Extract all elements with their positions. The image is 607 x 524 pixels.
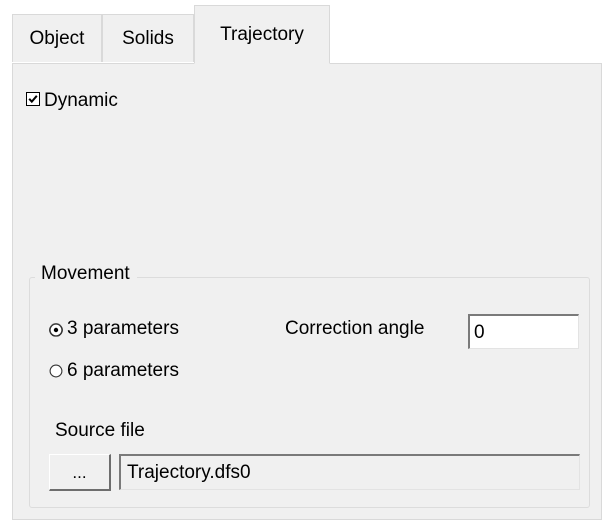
- checkmark-icon: [28, 95, 38, 104]
- trajectory-dialog: Object Solids Trajectory Dynamic Movemen…: [0, 0, 607, 524]
- dynamic-label: Dynamic: [44, 90, 118, 111]
- tab-trajectory[interactable]: Trajectory: [194, 5, 330, 64]
- radio-3-parameters-label: 3 parameters: [67, 318, 179, 339]
- movement-group-title: Movement: [35, 264, 137, 283]
- browse-button-label: ...: [72, 462, 87, 482]
- source-file-value: Trajectory.dfs0: [127, 462, 251, 483]
- radio-3-parameters[interactable]: [49, 321, 63, 337]
- browse-button[interactable]: ...: [49, 454, 111, 491]
- radio-selected-icon: [49, 323, 63, 337]
- source-file-field: Trajectory.dfs0: [119, 454, 580, 490]
- tab-object[interactable]: Object: [12, 14, 102, 62]
- tab-trajectory-label: Trajectory: [220, 24, 304, 45]
- radio-6-parameters[interactable]: [49, 362, 63, 378]
- source-file-label: Source file: [55, 420, 145, 441]
- dynamic-checkbox[interactable]: [26, 92, 40, 106]
- tab-solids-label: Solids: [122, 28, 174, 49]
- correction-angle-input[interactable]: 0: [468, 314, 579, 349]
- tab-solids[interactable]: Solids: [102, 14, 194, 62]
- radio-6-parameters-label: 6 parameters: [67, 360, 179, 381]
- trajectory-panel: Dynamic Movement 3 parameters Correction…: [12, 63, 602, 520]
- correction-angle-label: Correction angle: [285, 318, 425, 339]
- correction-angle-value: 0: [474, 322, 485, 343]
- tab-object-label: Object: [29, 28, 85, 49]
- radio-unselected-icon: [49, 364, 63, 378]
